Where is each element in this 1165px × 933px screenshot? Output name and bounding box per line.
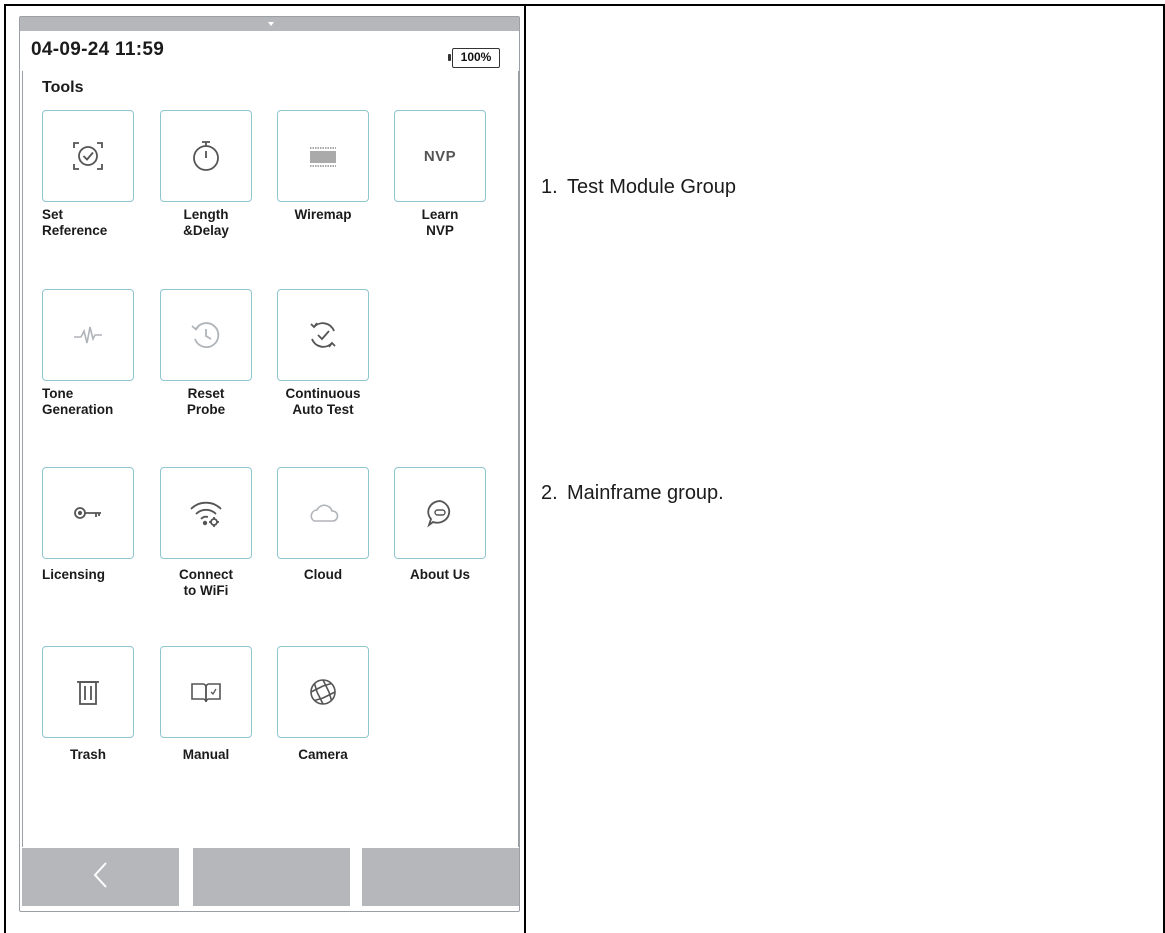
nav-button-2[interactable]	[193, 848, 350, 906]
book-icon	[186, 672, 226, 712]
tool-label: Trash	[69, 747, 107, 762]
device-screenshot: 04-09-24 11:59 100% Tools Set Reference L…	[19, 16, 520, 912]
tool-label: Set Reference	[42, 207, 108, 238]
chevron-left-icon	[91, 860, 111, 895]
chat-bubble-icon	[420, 493, 460, 533]
aperture-icon	[303, 672, 343, 712]
section-title: Tools	[42, 79, 84, 96]
tool-length-delay[interactable]	[160, 110, 252, 202]
history-icon	[186, 315, 226, 355]
tool-licensing[interactable]	[42, 467, 134, 559]
tool-label: Connect to WiFi	[179, 567, 233, 598]
bottom-nav-bar	[22, 848, 519, 908]
tool-about-us[interactable]	[394, 467, 486, 559]
tool-label: Wiremap	[294, 207, 352, 222]
top-pull-bar[interactable]	[20, 17, 519, 31]
trash-icon	[68, 672, 108, 712]
tool-continuous-auto-test[interactable]	[277, 289, 369, 381]
battery-indicator: 100%	[448, 48, 500, 68]
tool-label: Length &Delay	[183, 207, 229, 238]
pull-down-icon	[268, 22, 274, 26]
tool-label: Reset Probe	[186, 386, 226, 417]
tool-manual[interactable]	[160, 646, 252, 738]
wifi-gear-icon	[186, 493, 226, 533]
annotation-1: 1. Test Module Group	[541, 176, 736, 198]
refresh-check-icon	[303, 315, 343, 355]
key-icon	[68, 493, 108, 533]
tool-trash[interactable]	[42, 646, 134, 738]
status-datetime: 04-09-24 11:59	[31, 39, 165, 60]
tool-wiremap[interactable]	[277, 110, 369, 202]
nav-button-3[interactable]	[362, 848, 519, 906]
tool-label: Licensing	[42, 567, 106, 582]
tool-label: Tone Generation	[42, 386, 114, 417]
tool-label: Manual	[182, 747, 230, 762]
tool-label: Cloud	[303, 567, 343, 582]
table-column-divider	[524, 4, 526, 933]
back-button[interactable]	[22, 848, 179, 906]
stopwatch-icon	[186, 136, 226, 176]
tool-tone-generation[interactable]	[42, 289, 134, 381]
annotation-2: 2. Mainframe group.	[541, 482, 724, 504]
cloud-icon	[303, 493, 343, 533]
tool-camera[interactable]	[277, 646, 369, 738]
barcode-icon	[303, 136, 343, 176]
tool-reset-probe[interactable]	[160, 289, 252, 381]
tool-connect-wifi[interactable]	[160, 467, 252, 559]
target-icon	[68, 136, 108, 176]
tool-set-reference[interactable]	[42, 110, 134, 202]
tool-cloud[interactable]	[277, 467, 369, 559]
tool-label: Continuous Auto Test	[285, 386, 361, 417]
tool-label: Camera	[298, 747, 348, 762]
tool-label: Learn NVP	[421, 207, 459, 238]
nvp-icon: NVP	[423, 147, 457, 165]
nav-spacer	[179, 848, 193, 906]
tool-label: About Us	[410, 567, 470, 582]
waveform-icon	[68, 315, 108, 355]
tool-learn-nvp[interactable]: NVP	[394, 110, 486, 202]
nav-spacer	[350, 848, 362, 906]
